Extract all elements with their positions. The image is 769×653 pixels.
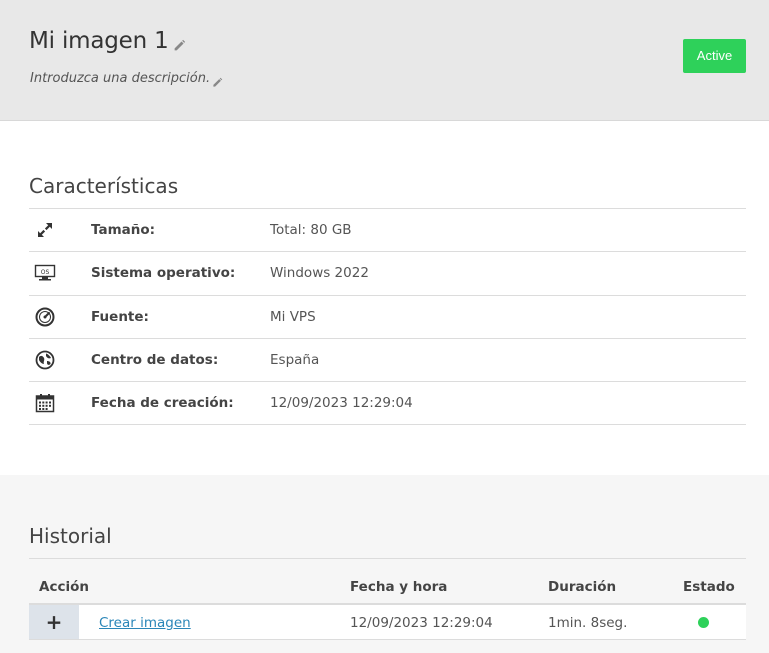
- calendar-icon: [34, 392, 56, 414]
- history-title: Historial: [29, 524, 112, 548]
- feature-label: Fecha de creación:: [91, 395, 234, 412]
- feature-value: Total: 80 GB: [270, 222, 352, 239]
- feature-value: Windows 2022: [270, 265, 369, 282]
- history-table: Acción Fecha y hora Duración Estado + Cr…: [29, 558, 746, 640]
- feature-value: 12/09/2023 12:29:04: [270, 395, 413, 412]
- gauge-icon: [34, 306, 56, 328]
- page-title: Mi imagen 1: [29, 28, 169, 54]
- edit-description-pencil-icon[interactable]: [212, 73, 223, 87]
- feature-label: Tamaño:: [91, 222, 156, 239]
- feature-label: Centro de datos:: [91, 352, 219, 369]
- feature-row-source: Fuente: Mi VPS: [29, 296, 746, 339]
- column-header-datetime: Fecha y hora: [350, 579, 448, 595]
- features-title: Características: [29, 174, 179, 198]
- table-row: + Crear imagen 12/09/2023 12:29:04 1min.…: [29, 605, 746, 640]
- edit-pencil-icon[interactable]: [173, 37, 186, 50]
- features-table: Tamaño: Total: 80 GB OS Sistema operativ…: [29, 208, 746, 426]
- feature-label: Sistema operativo:: [91, 265, 236, 282]
- svg-text:OS: OS: [41, 269, 50, 276]
- feature-row-datacenter: Centro de datos: España: [29, 339, 746, 383]
- status-dot: [698, 617, 709, 628]
- resize-arrows-icon: [34, 219, 56, 241]
- description-row: Introduzca una descripción.: [30, 71, 223, 87]
- feature-value: Mi VPS: [270, 308, 316, 325]
- page-header: Mi imagen 1 Introduzca una descripción. …: [0, 0, 769, 121]
- duration-cell: 1min. 8seg.: [548, 615, 628, 631]
- history-table-header: Acción Fecha y hora Duración Estado: [29, 559, 746, 605]
- feature-row-os: OS Sistema operativo: Windows 2022: [29, 252, 746, 296]
- create-image-link[interactable]: Crear imagen: [99, 615, 191, 631]
- globe-icon: [34, 349, 56, 371]
- datetime-cell: 12/09/2023 12:29:04: [350, 615, 493, 631]
- title-row: Mi imagen 1: [29, 28, 186, 54]
- expand-row-button[interactable]: +: [29, 605, 79, 639]
- os-monitor-icon: OS: [34, 262, 56, 284]
- action-cell: Crear imagen: [99, 615, 191, 631]
- column-header-duration: Duración: [548, 579, 617, 595]
- status-active-button[interactable]: Active: [683, 39, 746, 73]
- column-header-action: Acción: [39, 579, 89, 595]
- description-text[interactable]: Introduzca una descripción.: [30, 71, 210, 86]
- feature-value: España: [270, 352, 320, 369]
- feature-row-size: Tamaño: Total: 80 GB: [29, 209, 746, 253]
- feature-row-creation-date: Fecha de creación: 12/09/2023 12:29:04: [29, 382, 746, 426]
- column-header-status: Estado: [683, 579, 735, 595]
- feature-label: Fuente:: [91, 308, 149, 325]
